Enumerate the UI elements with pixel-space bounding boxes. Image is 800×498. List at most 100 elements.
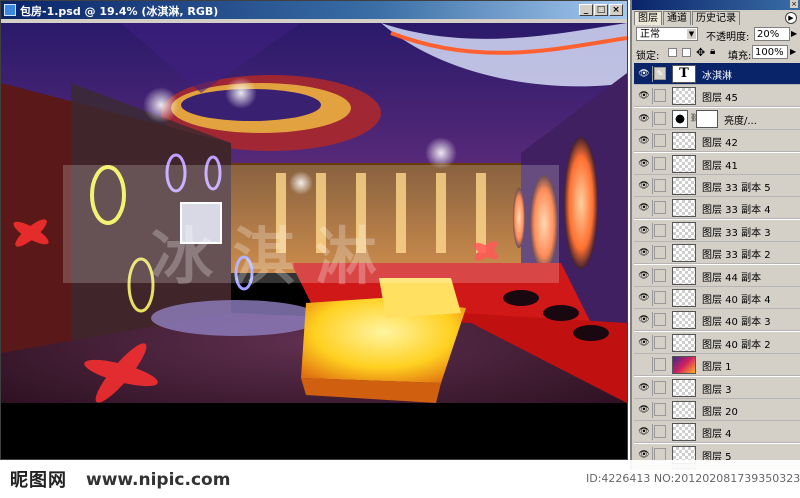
layer-name: 图层 40 副本 4 bbox=[702, 295, 771, 306]
visibility-eye-icon[interactable]: 👁︎ bbox=[636, 155, 653, 172]
lock-row: 锁定: ✥ 🔒︎ 填充: 100% ▶ bbox=[636, 45, 800, 62]
visibility-eye-icon[interactable]: 👁︎ bbox=[636, 66, 653, 82]
link-toggle[interactable] bbox=[654, 246, 666, 260]
layer-row[interactable]: 👁︎ 图层 33 副本 4 bbox=[634, 197, 800, 220]
lock-all-icon[interactable]: 🔒︎ bbox=[710, 46, 715, 57]
layer-row[interactable]: 👁︎ 图层 41 bbox=[634, 152, 800, 175]
layer-row[interactable]: 👁︎ 图层 42 bbox=[634, 130, 800, 153]
opacity-slider-arrow-icon[interactable]: ▶ bbox=[791, 29, 797, 38]
tab-channels[interactable]: 通道 bbox=[663, 11, 691, 25]
link-toggle[interactable] bbox=[654, 403, 666, 416]
layer-row[interactable]: 👁︎ 图层 44 副本 bbox=[634, 264, 800, 287]
layer-row[interactable]: 👁︎ 图层 33 副本 5 bbox=[634, 175, 800, 197]
tab-history[interactable]: 历史记录 bbox=[692, 11, 740, 25]
visibility-eye-icon[interactable]: 👁︎ bbox=[636, 88, 653, 105]
layer-thumbnail bbox=[672, 154, 696, 173]
layer-name: 图层 20 bbox=[702, 407, 738, 418]
link-toggle[interactable] bbox=[654, 268, 666, 282]
link-toggle[interactable] bbox=[654, 358, 666, 372]
layer-thumbnail bbox=[672, 132, 696, 151]
visibility-eye-icon[interactable]: 👁︎ bbox=[636, 110, 653, 127]
visibility-eye-icon[interactable]: 👁︎ bbox=[636, 133, 653, 150]
lock-transparency-icon[interactable] bbox=[668, 48, 677, 57]
link-toggle[interactable] bbox=[654, 223, 666, 237]
fill-input[interactable]: 100% bbox=[752, 45, 788, 59]
layer-row[interactable]: 👁︎⛓亮度/... bbox=[634, 107, 800, 130]
visibility-eye-icon[interactable]: 👁︎ bbox=[636, 290, 653, 306]
visibility-eye-icon[interactable]: 👁︎ bbox=[636, 402, 653, 418]
close-button[interactable]: × bbox=[609, 4, 623, 16]
link-toggle[interactable] bbox=[654, 313, 666, 327]
fill-slider-arrow-icon[interactable]: ▶ bbox=[790, 47, 796, 56]
link-toggle[interactable] bbox=[654, 380, 666, 394]
chevron-down-icon: ▼ bbox=[687, 29, 696, 39]
link-toggle[interactable] bbox=[654, 134, 666, 148]
layer-name: 图层 4 bbox=[702, 429, 732, 441]
site-logo: 昵图网 bbox=[10, 470, 67, 491]
layer-row[interactable]: 👁︎ 图层 33 副本 2 bbox=[634, 242, 800, 265]
layer-name: 图层 33 副本 4 bbox=[702, 205, 771, 217]
site-watermark-strip: 昵图网 www.nipic.com ID:4226413 NO:20120208… bbox=[0, 460, 800, 498]
visibility-eye-icon[interactable]: 👁︎ bbox=[636, 334, 653, 351]
blend-mode-select[interactable]: 正常 ▼ bbox=[636, 27, 698, 41]
fill-label: 填充: bbox=[728, 51, 752, 62]
visibility-eye-icon[interactable]: 👁︎ bbox=[636, 245, 653, 262]
panel-title-bar[interactable]: × bbox=[632, 0, 800, 10]
layer-thumbnail bbox=[672, 87, 696, 106]
link-toggle[interactable] bbox=[654, 111, 666, 125]
link-toggle[interactable] bbox=[654, 425, 666, 439]
opacity-input[interactable]: 20% bbox=[754, 27, 790, 41]
link-toggle[interactable] bbox=[654, 447, 666, 461]
lock-move-icon[interactable]: ✥ bbox=[696, 46, 705, 59]
link-toggle[interactable] bbox=[654, 89, 666, 103]
layer-row[interactable]: 👁︎ 图层 33 副本 3 bbox=[634, 219, 800, 242]
link-toggle[interactable] bbox=[654, 335, 666, 349]
visibility-eye-icon[interactable] bbox=[636, 357, 653, 374]
layer-name: 图层 33 副本 2 bbox=[702, 250, 771, 262]
brush-icon[interactable]: ✎ bbox=[654, 67, 666, 80]
minimize-button[interactable]: _ bbox=[579, 4, 593, 16]
visibility-eye-icon[interactable]: 👁︎ bbox=[636, 424, 653, 441]
tab-layers[interactable]: 图层 bbox=[634, 11, 662, 25]
layer-row[interactable]: 👁︎ ✎ T 冰淇淋 bbox=[634, 63, 800, 85]
layer-row[interactable]: 👁︎ 图层 3 bbox=[634, 376, 800, 399]
image-canvas[interactable]: 冰淇淋 bbox=[1, 23, 627, 459]
blend-mode-value: 正常 bbox=[640, 29, 660, 40]
image-id-text: ID:4226413 NO:20120208173935032391 bbox=[586, 472, 800, 485]
blend-row: 正常 ▼ 不透明度: 20% ▶ bbox=[636, 27, 800, 43]
layer-thumbnail bbox=[672, 356, 696, 375]
layer-row[interactable]: 👁︎ 图层 40 副本 3 bbox=[634, 309, 800, 332]
link-toggle[interactable] bbox=[654, 291, 666, 304]
visibility-eye-icon[interactable]: 👁︎ bbox=[636, 222, 653, 239]
visibility-eye-icon[interactable]: 👁︎ bbox=[636, 379, 653, 396]
document-title: 包房-1.psd @ 19.4% (冰淇淋, RGB) bbox=[20, 5, 219, 18]
link-toggle[interactable] bbox=[654, 156, 666, 170]
panel-tabs: 图层 通道 历史记录 bbox=[634, 11, 741, 25]
layer-row[interactable]: 👁︎ 图层 40 副本 4 bbox=[634, 287, 800, 309]
lock-label: 锁定: bbox=[636, 51, 660, 62]
link-toggle[interactable] bbox=[654, 179, 666, 192]
visibility-eye-icon[interactable]: 👁︎ bbox=[636, 312, 653, 329]
layer-name: 图层 40 副本 3 bbox=[702, 317, 771, 329]
layer-row[interactable]: 👁︎ 图层 45 bbox=[634, 85, 800, 108]
visibility-eye-icon[interactable]: 👁︎ bbox=[636, 200, 653, 217]
layer-thumbnail bbox=[672, 378, 696, 397]
link-toggle[interactable] bbox=[654, 201, 666, 215]
panel-close-icon[interactable]: × bbox=[790, 0, 798, 8]
visibility-eye-icon[interactable]: 👁︎ bbox=[636, 178, 653, 194]
layer-thumbnail bbox=[672, 311, 696, 330]
layer-row[interactable]: 图层 1 bbox=[634, 354, 800, 377]
maximize-button[interactable]: □ bbox=[594, 4, 608, 16]
layer-list[interactable]: 👁︎✎T冰淇淋👁︎图层 45👁︎⛓亮度/...👁︎图层 42👁︎图层 41👁︎图… bbox=[634, 63, 800, 470]
layer-row[interactable]: 👁︎ 图层 4 bbox=[634, 421, 800, 444]
panel-menu-icon[interactable]: ▶ bbox=[785, 12, 797, 24]
layer-row[interactable]: 👁︎ 图层 40 副本 2 bbox=[634, 331, 800, 354]
layer-row[interactable]: 👁︎ 图层 20 bbox=[634, 399, 800, 421]
document-title-bar[interactable]: 包房-1.psd @ 19.4% (冰淇淋, RGB) _ □ × bbox=[1, 1, 627, 19]
lock-paint-icon[interactable] bbox=[682, 48, 691, 57]
layer-mask-thumbnail[interactable] bbox=[696, 109, 718, 128]
layer-thumbnail bbox=[672, 289, 696, 307]
visibility-eye-icon[interactable]: 👁︎ bbox=[636, 267, 653, 284]
layer-thumbnail bbox=[672, 401, 696, 419]
watermark-text-layer: 冰淇淋 bbox=[151, 220, 398, 293]
